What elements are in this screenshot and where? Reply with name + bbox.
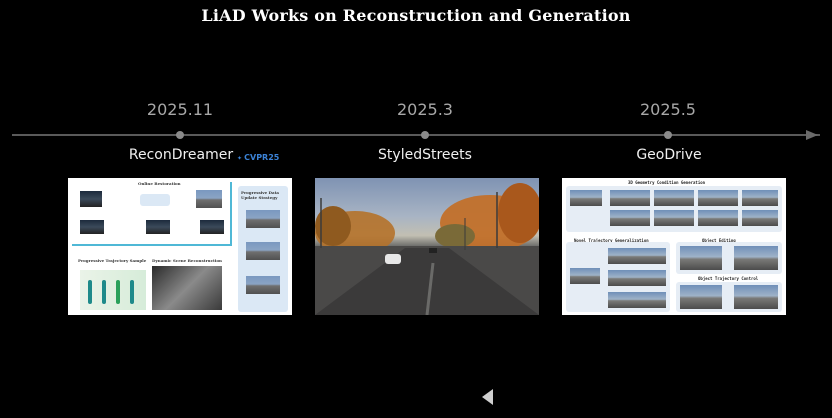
figure-thumbnail: [570, 190, 602, 206]
figure-thumbnail: [608, 270, 666, 286]
figure-thumbnail: [80, 191, 102, 207]
timeline-dot-geodrive: [664, 131, 672, 139]
figure-thumbnail: [146, 220, 170, 234]
figure-thumbnail: [200, 220, 224, 234]
timeline-dot-styledstreets: [421, 131, 429, 139]
figure-sidebar: Progressive Data Update Strategy: [238, 186, 288, 312]
timeline-dot-reconDreamer: [176, 131, 184, 139]
figure-arrow: [230, 182, 232, 246]
figure-thumbnail: [734, 285, 778, 309]
figure-thumbnail: [608, 292, 666, 308]
figure-thumbnail: [246, 242, 280, 260]
figure-label: Object Trajectory Control: [698, 276, 759, 281]
figure-thumbnail: [734, 246, 778, 270]
figure-thumbnail: [680, 285, 722, 309]
styledstreets-photo: [315, 178, 539, 315]
milestone-date: 2025.3: [397, 100, 453, 119]
figure-thumbnail: [610, 190, 650, 206]
venue-badge-label: CVPR25: [244, 153, 280, 162]
geodrive-figure: 3D Geometry Condition Generation Novel T…: [562, 178, 786, 315]
play-icon[interactable]: [482, 389, 493, 405]
figure-thumbnail: [654, 190, 694, 206]
figure-thumbnail: [570, 268, 600, 284]
figure-thumbnail: [196, 190, 222, 208]
figure-thumbnail: [742, 210, 778, 226]
reconDreamer-figure: Online Restoration Progressive Trajector…: [68, 178, 292, 315]
page-title: LiAD Works on Reconstruction and Generat…: [201, 6, 631, 25]
figure-thumbnail: [654, 210, 694, 226]
figure-block: [140, 194, 170, 206]
figure-label: Dynamic Scene Reconstruction: [152, 258, 222, 263]
street-scene: [315, 183, 539, 315]
figure-thumbnail: [80, 220, 104, 234]
figure-thumbnail: [698, 190, 738, 206]
figure-thumbnail: [246, 210, 280, 228]
venue-badge: ✦ CVPR25: [237, 153, 280, 162]
figure-label: 3D Geometry Condition Generation: [628, 180, 706, 185]
figure-thumbnail: [742, 190, 778, 206]
figure-thumbnail: [608, 248, 666, 264]
figure-thumbnail: [698, 210, 738, 226]
milestone-name: StyledStreets: [378, 147, 472, 163]
figure-thumbnail: [152, 266, 222, 310]
figure-thumbnail: [246, 276, 280, 294]
figure-label: Online Restoration: [138, 181, 181, 186]
milestone-date: 2025.11: [146, 100, 214, 119]
milestone-date: 2025.5: [640, 100, 696, 119]
timeline-arrowhead: [806, 130, 818, 140]
milestone-name: GeoDrive: [636, 147, 702, 163]
figure-block: [80, 270, 146, 310]
figure-thumbnail: [610, 210, 650, 226]
figure-label: Progressive Data Update Strategy: [241, 190, 280, 200]
figure-arrow: [72, 244, 232, 246]
figure-thumbnail: [680, 246, 722, 270]
timeline-axis: [12, 134, 820, 136]
figure-label: Progressive Trajectory Sample: [78, 258, 147, 263]
